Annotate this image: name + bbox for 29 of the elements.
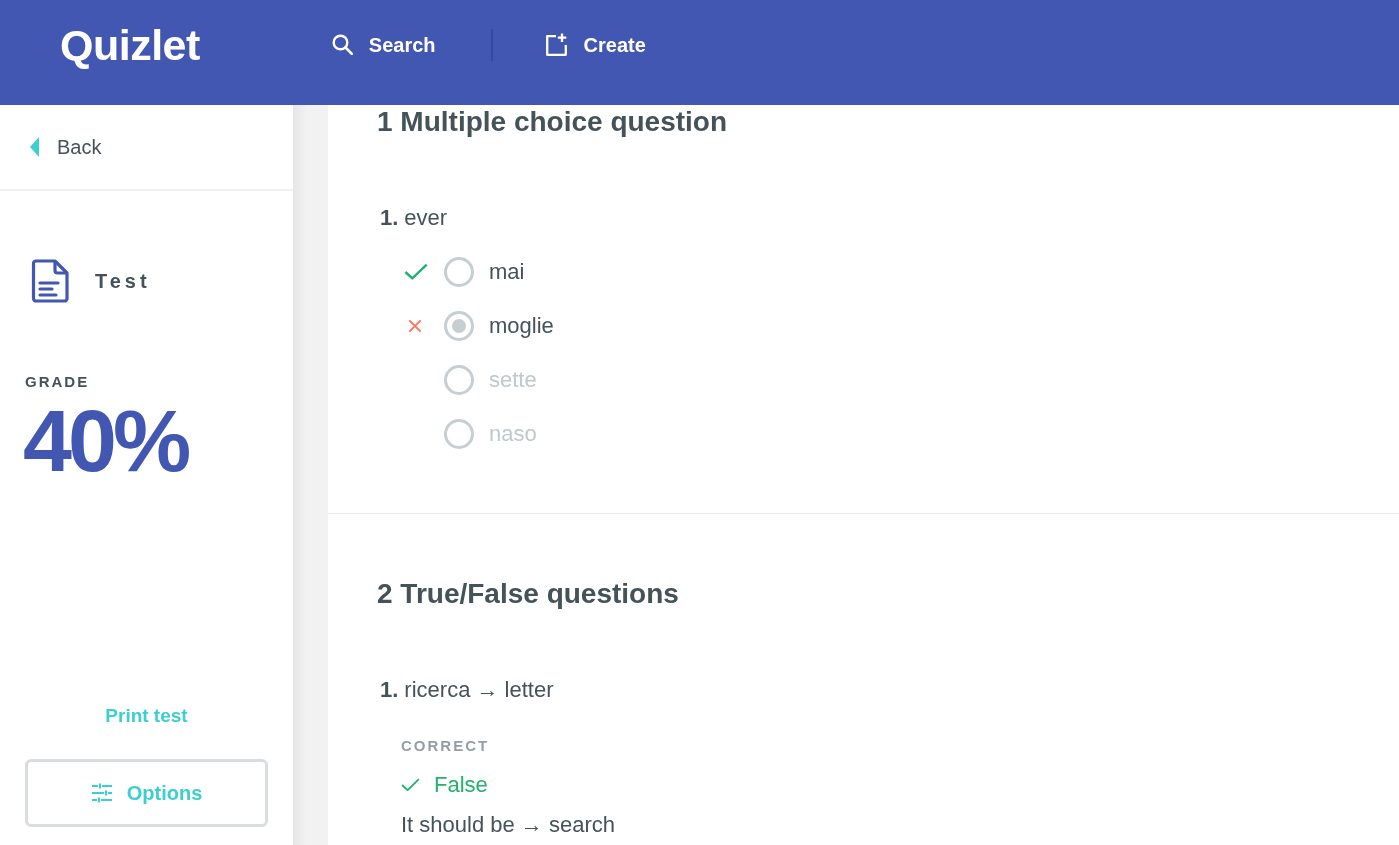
logo-link[interactable]: Quizlet [60,21,200,68]
option-label: mai [489,258,525,286]
grade-label: GRADE [25,373,91,391]
answer-status-label: CORRECT [401,736,491,756]
section-heading: 2 True/False questions [377,577,680,611]
create-button[interactable]: Create [544,30,646,59]
mode-title: Test [95,269,151,293]
question-number: 1. [380,204,399,232]
add-square-icon [544,33,568,56]
document-icon [31,259,69,303]
option-label: naso [489,420,537,448]
answer-explanation: It should be → search [401,811,616,839]
question-text: ricerca → letter [404,676,554,704]
question-number: 1. [380,676,399,704]
answer-value: False [434,771,488,799]
radio-button[interactable] [444,311,474,341]
search-button[interactable]: Search [331,30,436,59]
radio-button[interactable] [444,257,474,287]
sliders-icon [90,783,113,803]
radio-button[interactable] [444,365,474,395]
grade-value: 40% [23,395,189,487]
option-label: sette [489,366,537,394]
radio-button[interactable] [444,419,474,449]
section-heading: 1 Multiple choice question [377,105,729,139]
search-icon [331,34,353,55]
back-link[interactable]: Back [30,134,102,160]
question-text: ever [404,204,448,232]
caret-left-icon [30,137,39,157]
option-label: moglie [489,312,554,340]
